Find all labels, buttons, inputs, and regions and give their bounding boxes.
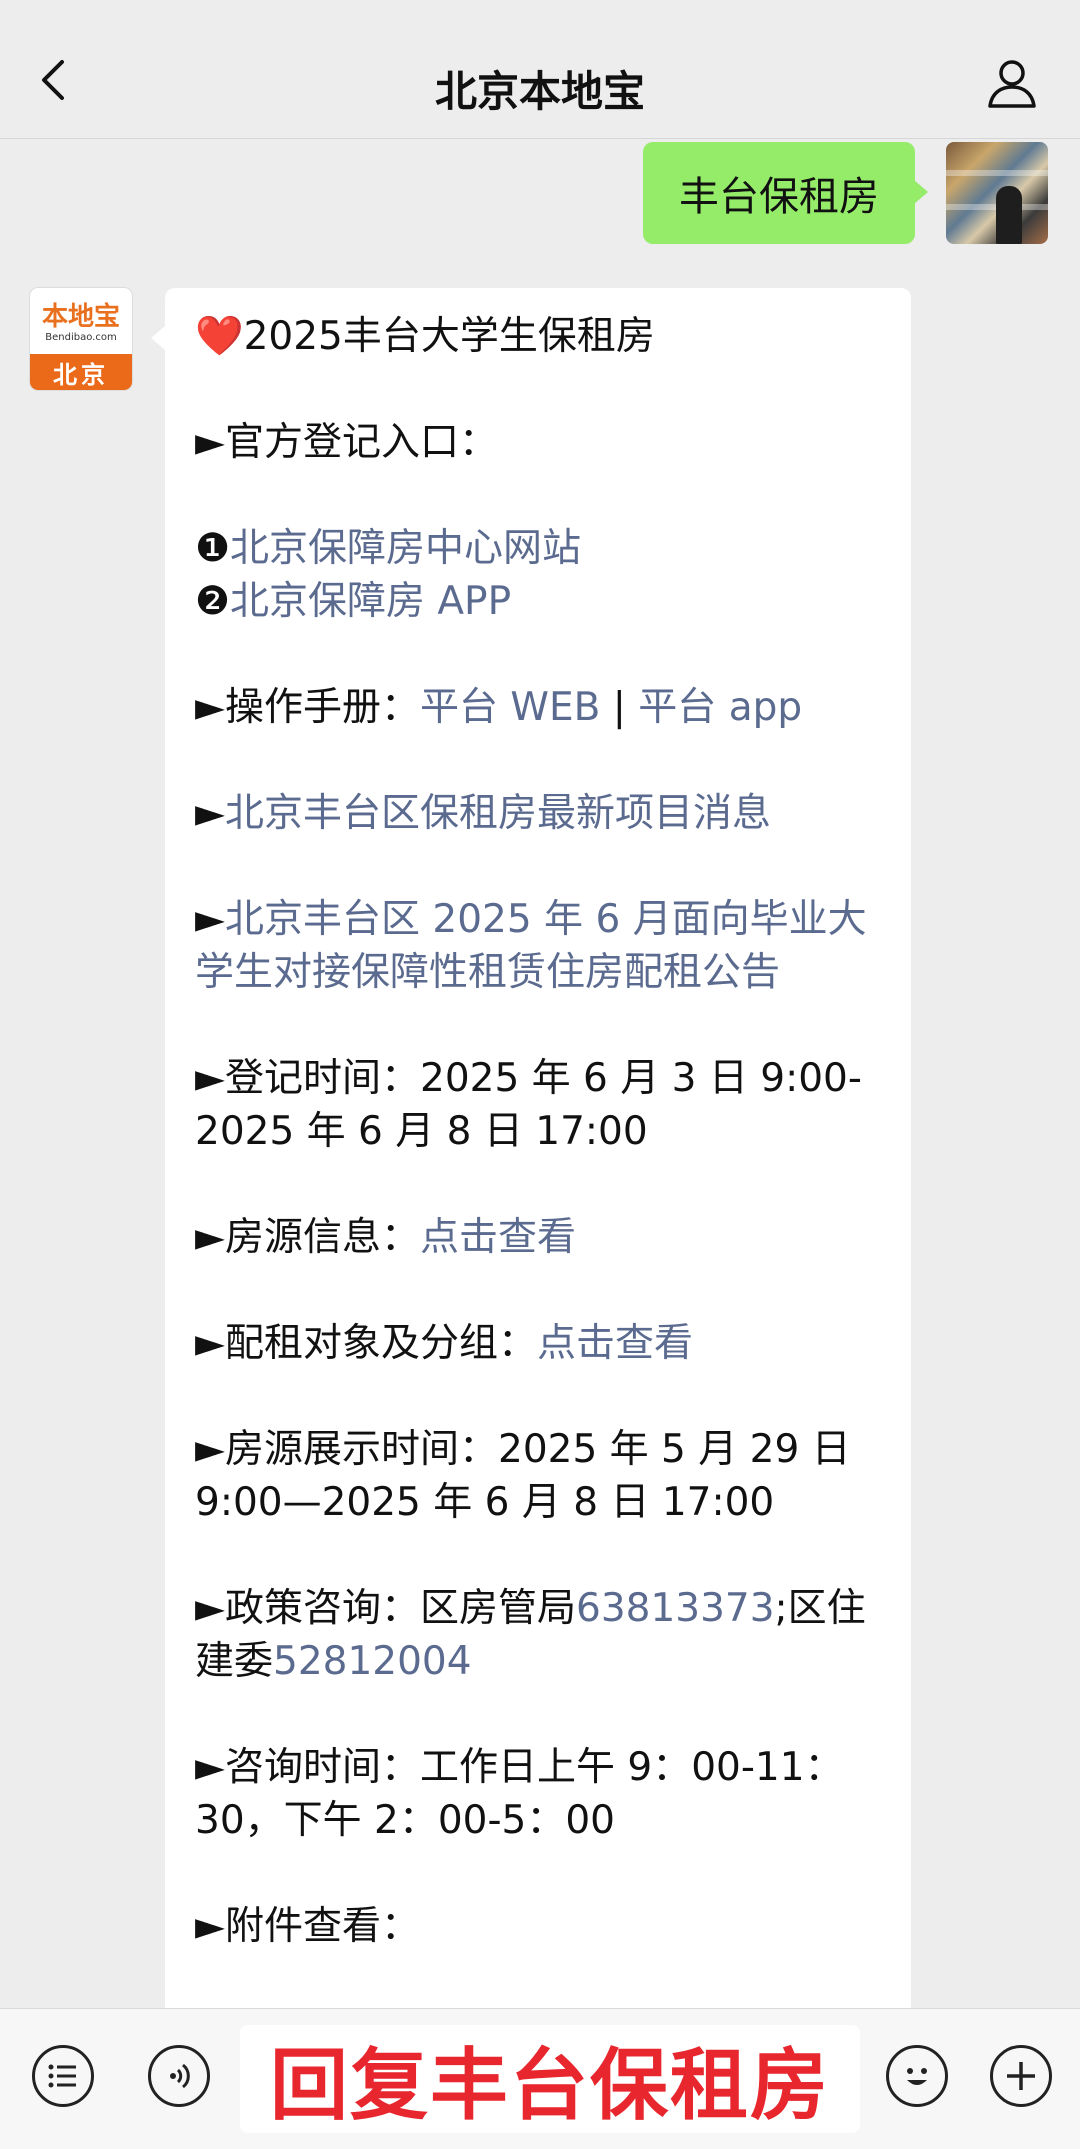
reply-input[interactable]: 回复丰台保租房 (240, 2025, 860, 2133)
link-target-group[interactable]: 点击查看 (537, 1321, 693, 1366)
manual-label: ►操作手册： (195, 685, 420, 730)
target-label: ►配租对象及分组： (195, 1321, 537, 1366)
notice-line: ►北京丰台区 2025 年 6 月面向毕业大学生对接保障性租赁住房配租公告 (195, 893, 885, 999)
arrow-icon: ► (195, 791, 225, 836)
outgoing-bubble-tail (914, 180, 928, 204)
chat-title: 北京本地宝 (434, 67, 645, 116)
housing-label: ►房源信息： (195, 1215, 420, 1260)
voice-icon[interactable] (148, 2045, 210, 2107)
display-label: ►房源展示时间： (195, 1427, 498, 1472)
profile-icon[interactable] (984, 54, 1040, 110)
number-2-icon: ❷ (195, 579, 230, 624)
consult-time: ►咨询时间：工作日上午 9：00-11：30，下午 2：00-5：00 (195, 1741, 885, 1847)
link-housing-info[interactable]: 点击查看 (420, 1215, 576, 1260)
arrow-icon: ► (195, 897, 225, 942)
incoming-bubble-tail (151, 326, 165, 350)
housing-info-line: ►房源信息：点击查看 (195, 1211, 885, 1264)
person-silhouette (996, 186, 1022, 244)
attachment-label: ►附件查看： (195, 1904, 420, 1949)
avatar-logo-sub: Bendibao.com (45, 332, 117, 343)
emoji-icon[interactable] (886, 2045, 948, 2107)
link-housing-center-website[interactable]: 北京保障房中心网站 (230, 526, 581, 571)
chat-header: 北京本地宝 (0, 0, 1080, 139)
target-group-line: ►配租对象及分组：点击查看 (195, 1317, 885, 1370)
reply-text: 回复丰台保租房 (269, 2041, 830, 2131)
entry-item-1: ❶北京保障房中心网站 (195, 522, 885, 575)
manual-line: ►操作手册：平台 WEB | 平台 app (195, 681, 885, 734)
policy-consult: ►政策咨询：区房管局63813373;区住建委52812004 (195, 1582, 885, 1688)
heart-icon: ❤️ (195, 314, 244, 359)
registration-time: ►登记时间：2025 年 6 月 3 日 9:00-2025 年 6 月 8 日… (195, 1052, 885, 1158)
entry-label: ►官方登记入口： (195, 420, 498, 465)
reg-time-label: ►登记时间： (195, 1056, 420, 1101)
number-1-icon: ❶ (195, 526, 230, 571)
avatar-city-label: 北京 (30, 354, 132, 390)
outgoing-message-text: 丰台保租房 (679, 174, 879, 220)
plus-icon[interactable] (990, 2045, 1052, 2107)
manual-separator: | (600, 685, 639, 730)
avatar-logo-text: 本地宝 (41, 302, 120, 332)
phone-link-1[interactable]: 63813373 (576, 1586, 775, 1631)
my-avatar[interactable] (946, 142, 1048, 244)
consult-label: ►咨询时间： (195, 1745, 420, 1790)
link-housing-app[interactable]: 北京保障房 APP (230, 579, 511, 624)
official-account-avatar[interactable]: 本地宝 Bendibao.com 北京 (30, 288, 132, 390)
phone-link-2[interactable]: 52812004 (273, 1639, 472, 1684)
link-notice[interactable]: 北京丰台区 2025 年 6 月面向毕业大学生对接保障性租赁住房配租公告 (195, 897, 867, 995)
policy-dept-1: 区房管局 (420, 1586, 577, 1631)
link-manual-app[interactable]: 平台 app (638, 685, 802, 730)
display-time: ►房源展示时间：2025 年 5 月 29 日 9:00—2025 年 6 月 … (195, 1423, 885, 1529)
news-line: ►北京丰台区保租房最新项目消息 (195, 787, 885, 840)
policy-label: ►政策咨询： (195, 1586, 420, 1631)
link-manual-web[interactable]: 平台 WEB (420, 685, 600, 730)
incoming-message[interactable]: ❤️2025丰台大学生保租房 ►官方登记入口： ❶北京保障房中心网站 ❷北京保障… (165, 288, 911, 2028)
link-latest-news[interactable]: 北京丰台区保租房最新项目消息 (225, 791, 771, 836)
message-body: ❤️2025丰台大学生保租房 ►官方登记入口： ❶北京保障房中心网站 ❷北京保障… (195, 310, 885, 1953)
message-title: 2025丰台大学生保租房 (243, 314, 655, 359)
outgoing-message[interactable]: 丰台保租房 (643, 142, 915, 244)
input-bar: 回复丰台保租房 (0, 2008, 1080, 2149)
entry-item-2: ❷北京保障房 APP (195, 575, 885, 628)
message-title-line: ❤️2025丰台大学生保租房 (195, 310, 885, 363)
list-icon[interactable] (32, 2045, 94, 2107)
